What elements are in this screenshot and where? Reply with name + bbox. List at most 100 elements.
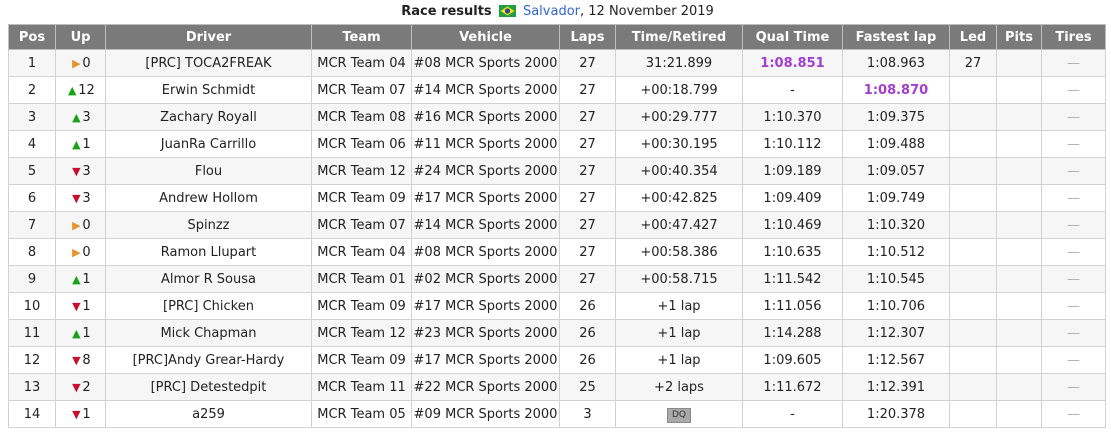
up-value: 1 [82,406,91,422]
fastest-cell: 1:10.545 [842,265,950,293]
qual-cell: 1:14.288 [742,319,843,347]
qual-value: 1:09.605 [763,352,822,368]
qual-value: 1:11.672 [763,379,822,395]
up-value: 1 [82,325,91,341]
pos-cell: 3 [8,103,56,131]
fastest-value: 1:08.963 [866,55,926,71]
tires-cell: — [1041,49,1106,77]
table-row: 14 ▼ 1 a259 MCR Team 05 #09 MCR Sports 2000 3 D… [8,400,1106,428]
team-cell: MCR Team 04 [311,238,412,266]
vehicle-cell: #08 MCR Sports 2000 [411,49,560,77]
team-cell: MCR Team 07 [311,76,412,104]
led-cell [949,346,997,374]
laps-cell: 27 [559,211,616,239]
pos-cell: 13 [8,373,56,401]
up-value: 0 [82,217,91,233]
qual-cell: 1:10.469 [742,211,843,239]
vehicle-cell: #02 MCR Sports 2000 [411,265,560,293]
team-cell: MCR Team 01 [311,265,412,293]
time-cell: +1 lap [615,319,743,347]
led-cell [949,130,997,158]
team-cell: MCR Team 07 [311,211,412,239]
driver-cell: [PRC] Detestedpit [105,373,312,401]
driver-cell: [PRC] Chicken [105,292,312,320]
pits-cell [996,400,1042,428]
vehicle-cell: #11 MCR Sports 2000 [411,130,560,158]
up-value: 1 [82,298,91,314]
up-cell: ▲ 1 [55,130,106,158]
driver-cell: Erwin Schmidt [105,76,312,104]
pos-cell: 12 [8,346,56,374]
qual-value: - [790,406,795,422]
time-cell: +00:47.427 [615,211,743,239]
fastest-value: 1:20.378 [866,406,926,422]
pos-cell: 11 [8,319,56,347]
laps-cell: 27 [559,157,616,185]
dq-badge: DQ [666,407,691,423]
driver-cell: [PRC]Andy Grear-Hardy [105,346,312,374]
time-value: +2 laps [654,379,704,395]
pos-cell: 2 [8,76,56,104]
table-row: 5 ▼ 3 Flou MCR Team 12 #24 MCR Sports 2000 27 +… [8,157,1106,185]
laps-cell: 27 [559,130,616,158]
pos-cell: 9 [8,265,56,293]
qual-cell: 1:11.056 [742,292,843,320]
tires-cell: — [1041,211,1106,239]
column-header-pos: Pos [8,24,56,50]
qual-cell: 1:09.409 [742,184,843,212]
location-link[interactable]: Salvador [523,4,580,19]
vehicle-cell: #17 MCR Sports 2000 [411,346,560,374]
led-cell [949,292,997,320]
column-header-time-retired: Time/Retired [615,24,743,50]
header-row: Pos Up Driver Team Vehicle Laps Time/Retired Qu… [8,24,1106,50]
vehicle-cell: #08 MCR Sports 2000 [411,238,560,266]
tires-cell: — [1041,319,1106,347]
time-cell: +00:18.799 [615,76,743,104]
laps-cell: 27 [559,265,616,293]
fastest-value: 1:12.307 [866,325,926,341]
up-cell: ▶ 0 [55,49,106,77]
fastest-cell: 1:09.375 [842,103,950,131]
fastest-cell: 1:10.706 [842,292,950,320]
caption-title: Race results [401,4,492,19]
up-value: 3 [82,163,91,179]
driver-cell: Mick Chapman [105,319,312,347]
fastest-value: 1:08.870 [863,82,929,98]
pits-cell [996,49,1042,77]
fastest-value: 1:09.749 [866,190,926,206]
laps-cell: 25 [559,373,616,401]
up-value: 3 [82,190,91,206]
triangle-right-icon: ▶ [72,245,81,259]
vehicle-cell: #23 MCR Sports 2000 [411,319,560,347]
table-row: 7 ▶ 0 Spinzz MCR Team 07 #14 MCR Sports 2000 2… [8,211,1106,239]
tires-cell: — [1041,130,1106,158]
pits-cell [996,319,1042,347]
pits-cell [996,373,1042,401]
vehicle-cell: #24 MCR Sports 2000 [411,157,560,185]
column-header-vehicle: Vehicle [411,24,560,50]
tires-cell: — [1041,157,1106,185]
fastest-cell: 1:09.488 [842,130,950,158]
time-value: +00:42.825 [640,190,718,206]
up-value: 2 [82,379,91,395]
driver-cell: Ramon Llupart [105,238,312,266]
pits-cell [996,184,1042,212]
tires-cell: — [1041,76,1106,104]
led-cell [949,373,997,401]
time-value: +00:47.427 [640,217,718,233]
fastest-value: 1:12.567 [866,352,926,368]
qual-cell: 1:11.542 [742,265,843,293]
time-cell: +00:58.715 [615,265,743,293]
fastest-value: 1:10.320 [866,217,926,233]
brazil-flag-icon [498,5,516,17]
up-value: 3 [82,109,91,125]
qual-value: 1:09.409 [763,190,822,206]
fastest-value: 1:09.375 [866,109,926,125]
up-cell: ▶ 0 [55,238,106,266]
table-row: 2 ▲ 12 Erwin Schmidt MCR Team 07 #14 MCR Spor… [8,76,1106,104]
time-cell: +1 lap [615,346,743,374]
laps-cell: 27 [559,49,616,77]
pos-cell: 8 [8,238,56,266]
triangle-up-icon: ▲ [67,83,77,97]
table-row: 1 ▶ 0 [PRC] TOCA2FREAK MCR Team 04 #08 MCR Sp… [8,49,1106,77]
